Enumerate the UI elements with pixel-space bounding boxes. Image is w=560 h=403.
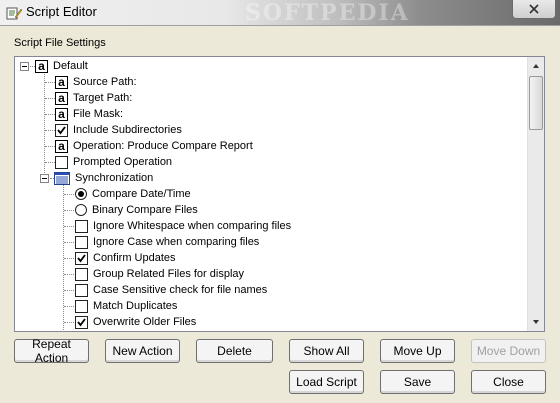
new-action-button[interactable]: New Action <box>105 339 180 363</box>
script-editor-app-icon <box>6 7 22 20</box>
repeat-action-button[interactable]: Repeat Action <box>14 337 89 365</box>
attribute-a-icon: a <box>55 139 68 153</box>
attribute-a-icon: a <box>55 75 68 89</box>
window-title: Script Editor <box>26 4 97 19</box>
tree-node-default[interactable]: a Default <box>35 58 88 74</box>
tree-item-confirm-updates[interactable]: Confirm Updates <box>75 250 176 266</box>
tree-line <box>64 194 74 195</box>
compare-date-time-radio[interactable] <box>75 188 87 200</box>
title-bar[interactable]: Script Editor SOFTPEDIA <box>0 0 560 26</box>
settings-tree[interactable]: a Default a Source Path: a Target Path: … <box>14 56 545 332</box>
ignore-case-checkbox[interactable] <box>75 235 88 249</box>
tree-item-label: Prompted Operation <box>73 156 173 168</box>
tree-item-label: Include Subdirectories <box>73 124 182 136</box>
group-label: Script File Settings <box>14 37 106 49</box>
attribute-a-icon: a <box>55 107 68 121</box>
tree-line <box>64 322 74 323</box>
tree-item-case-sensitive[interactable]: Case Sensitive check for file names <box>75 282 267 298</box>
tree-item-group-related-files[interactable]: Group Related Files for display <box>75 266 244 282</box>
checkmark-icon <box>57 125 66 134</box>
tree-line <box>45 162 55 163</box>
tree-item-label: Confirm Updates <box>93 252 176 264</box>
tree-item-label: Operation: Produce Compare Report <box>73 140 253 152</box>
group-related-files-checkbox[interactable] <box>75 267 88 281</box>
close-icon <box>529 4 539 14</box>
tree-item-label: Binary Compare Files <box>92 204 198 216</box>
tree-node-label: Synchronization <box>75 172 154 184</box>
window-close-button[interactable] <box>512 0 556 19</box>
prompted-operation-checkbox[interactable] <box>55 155 68 169</box>
checkmark-icon <box>77 253 86 262</box>
watermark-text: SOFTPEDIA <box>245 0 410 26</box>
tree-item-label: Group Related Files for display <box>93 268 245 280</box>
tree-line <box>45 130 55 131</box>
tree-item-binary-compare[interactable]: Binary Compare Files <box>75 202 198 218</box>
tree-item-label: Target Path: <box>73 92 133 104</box>
script-editor-window: Script Editor SOFTPEDIA Script File Sett… <box>0 0 560 403</box>
move-up-button[interactable]: Move Up <box>380 339 455 363</box>
ignore-whitespace-checkbox[interactable] <box>75 219 88 233</box>
tree-line <box>45 114 55 115</box>
tree-node-synchronization[interactable]: Synchronization <box>54 170 153 186</box>
collapse-root-toggle[interactable] <box>20 62 29 71</box>
tree-line <box>64 274 74 275</box>
tree-item-compare-date-time[interactable]: Compare Date/Time <box>75 186 191 202</box>
tree-item-label: Ignore Case when comparing files <box>93 236 260 248</box>
tree-item-prompted-operation[interactable]: Prompted Operation <box>55 154 172 170</box>
tree-item-ignore-whitespace[interactable]: Ignore Whitespace when comparing files <box>75 218 291 234</box>
close-button[interactable]: Close <box>471 370 546 394</box>
save-button[interactable]: Save <box>380 370 455 394</box>
tree-line <box>64 306 74 307</box>
load-script-button[interactable]: Load Script <box>289 370 364 394</box>
tree-item-label: Source Path: <box>73 76 137 88</box>
tree-item-file-mask[interactable]: a File Mask: <box>55 106 123 122</box>
tree-item-include-subdirectories[interactable]: Include Subdirectories <box>55 122 182 138</box>
tree-item-label: File Mask: <box>73 108 124 120</box>
case-sensitive-checkbox[interactable] <box>75 283 88 297</box>
tree-item-label: Match Duplicates <box>93 300 178 312</box>
move-down-button[interactable]: Move Down <box>471 339 546 363</box>
tree-item-source-path[interactable]: a Source Path: <box>55 74 137 90</box>
list-icon <box>54 171 70 185</box>
tree-item-label: Case Sensitive check for file names <box>93 284 268 296</box>
attribute-a-icon: a <box>35 59 48 73</box>
tree-line <box>45 146 55 147</box>
tree-item-ignore-case[interactable]: Ignore Case when comparing files <box>75 234 259 250</box>
tree-line <box>64 290 74 291</box>
scroll-down-arrow-icon[interactable] <box>531 317 541 327</box>
tree-line <box>45 82 55 83</box>
attribute-a-icon: a <box>55 91 68 105</box>
tree-line <box>64 258 74 259</box>
show-all-button[interactable]: Show All <box>289 339 364 363</box>
tree-line <box>64 210 74 211</box>
tree-item-overwrite-older[interactable]: Overwrite Older Files <box>75 314 196 330</box>
scrollbar-thumb[interactable] <box>529 76 543 130</box>
collapse-synchronization-toggle[interactable] <box>40 174 49 183</box>
tree-node-label: Default <box>53 60 88 72</box>
delete-button[interactable]: Delete <box>196 339 273 363</box>
tree-item-match-duplicates[interactable]: Match Duplicates <box>75 298 177 314</box>
tree-item-target-path[interactable]: a Target Path: <box>55 90 132 106</box>
tree-item-operation[interactable]: a Operation: Produce Compare Report <box>55 138 253 154</box>
checkmark-icon <box>77 317 86 326</box>
include-subdirectories-checkbox[interactable] <box>55 123 68 137</box>
scroll-up-arrow-icon[interactable] <box>531 61 541 71</box>
tree-item-label: Overwrite Older Files <box>93 316 197 328</box>
tree-item-label: Compare Date/Time <box>92 188 191 200</box>
tree-line <box>45 98 55 99</box>
overwrite-older-checkbox[interactable] <box>75 315 88 329</box>
tree-line <box>64 226 74 227</box>
tree-vertical-scrollbar[interactable] <box>527 57 544 331</box>
match-duplicates-checkbox[interactable] <box>75 299 88 313</box>
tree-item-label: Ignore Whitespace when comparing files <box>93 220 292 232</box>
binary-compare-radio[interactable] <box>75 204 87 216</box>
confirm-updates-checkbox[interactable] <box>75 251 88 265</box>
tree-line <box>64 242 74 243</box>
